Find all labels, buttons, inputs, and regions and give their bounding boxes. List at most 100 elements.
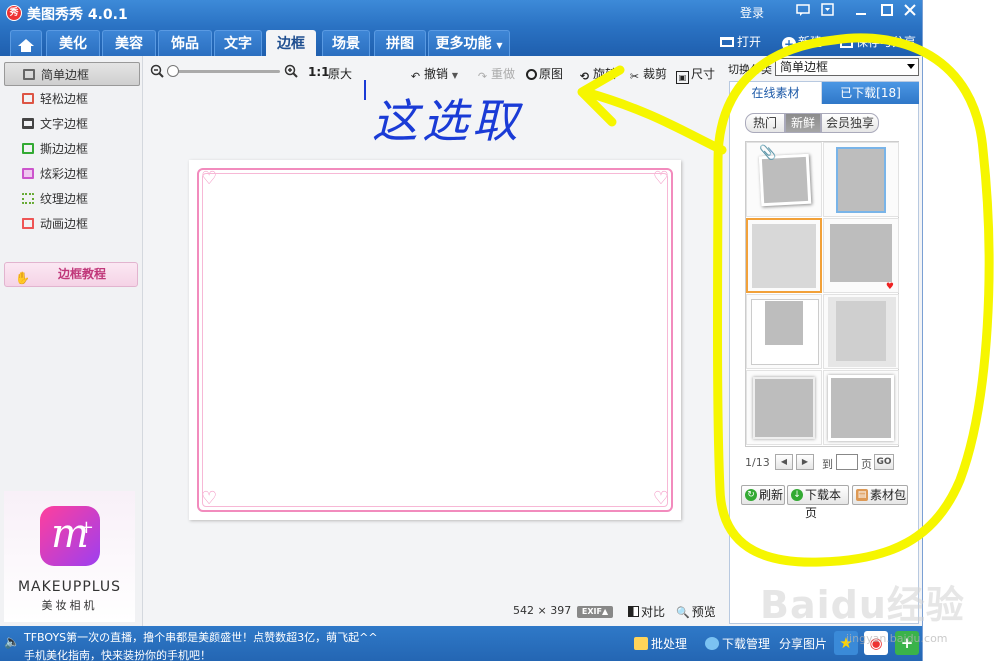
close-icon[interactable] xyxy=(901,3,919,21)
new-button-label: 新建 xyxy=(798,35,823,49)
sidebar-item-label: 撕边边框 xyxy=(40,142,89,156)
filter-new[interactable]: 新鲜 xyxy=(785,113,821,133)
sidebar-item-text[interactable]: 文字边框 xyxy=(4,112,140,136)
tab-text[interactable]: 文字 xyxy=(214,30,262,56)
filter-vip[interactable]: 会员独享 xyxy=(821,113,879,133)
sidebar-item-simple[interactable]: 简单边框 xyxy=(4,62,140,86)
crop-button[interactable]: ✂ 裁剪 xyxy=(628,65,667,83)
zoom-slider-handle[interactable] xyxy=(167,65,179,77)
frame-thumbnail[interactable] xyxy=(746,294,822,369)
original-size-button[interactable]: 原大 xyxy=(328,65,352,82)
batch-process-button[interactable]: 批处理 xyxy=(634,635,687,652)
zoom-slider[interactable] xyxy=(167,65,280,77)
image-width: 542 xyxy=(513,604,534,617)
tab-downloaded[interactable]: 已下载[18] xyxy=(822,82,919,104)
sidebar-item-animated[interactable]: 动画边框 xyxy=(4,212,140,236)
frame-thumbnail[interactable] xyxy=(823,142,899,217)
sidebar-item-label: 简单边框 xyxy=(41,68,90,82)
preview-button[interactable]: 🔍 预览 xyxy=(676,603,716,620)
frame-thumbnail[interactable] xyxy=(823,370,899,445)
pink-frame: ♡ ♡ ♡ ♡ xyxy=(197,168,673,512)
sidebar-item-colorful[interactable]: 炫彩边框 xyxy=(4,162,140,186)
undo-button[interactable]: ↶ 撤销 ▼ xyxy=(409,65,458,83)
makeupplus-ad[interactable]: m + MAKEUPPLUS 美妆相机 xyxy=(4,491,135,622)
filter-hot[interactable]: 热门 xyxy=(745,113,785,133)
thumbnail-photo xyxy=(765,301,803,345)
undo-icon: ↶ xyxy=(410,70,421,83)
frame-thumbnail[interactable] xyxy=(823,294,899,369)
exif-button[interactable]: EXIF▲ xyxy=(577,606,613,618)
sidebar-item-torn[interactable]: 撕边边框 xyxy=(4,137,140,161)
undo-label: 撤销 xyxy=(424,67,449,81)
app-title: 美图秀秀 4.0.1 xyxy=(27,7,128,23)
tab-beautify[interactable]: 美化 xyxy=(46,30,100,56)
zoom-ratio[interactable]: 1:1 xyxy=(308,65,330,79)
speaker-icon[interactable]: 🔈 xyxy=(4,635,20,650)
sidebar-item-easy[interactable]: 轻松边框 xyxy=(4,87,140,111)
tab-scene[interactable]: 场景 xyxy=(322,30,370,56)
frame-thumbnail-selected[interactable] xyxy=(746,218,822,293)
original-image-button[interactable]: 原图 xyxy=(526,65,563,82)
frame-thumbnail[interactable]: ♥ xyxy=(823,218,899,293)
login-link[interactable]: 登录 xyxy=(740,4,764,21)
rotate-button[interactable]: ⟲ 旋转 xyxy=(578,65,617,83)
chat-icon[interactable] xyxy=(794,3,812,21)
image-size-readout: 542 × 397 xyxy=(513,604,572,617)
tab-beauty[interactable]: 美容 xyxy=(102,30,156,56)
colorful-frame-icon xyxy=(22,168,34,179)
download-manager-button[interactable]: 下载管理 xyxy=(705,635,770,652)
prev-page-button[interactable]: ◀ xyxy=(775,454,793,470)
redo-button[interactable]: ↷ 重做 xyxy=(476,65,515,83)
animated-frame-icon xyxy=(22,218,34,229)
download-page-button[interactable]: ↓ 下载本页 xyxy=(787,485,849,520)
compare-label: 对比 xyxy=(641,605,666,619)
preview-icon: 🔍 xyxy=(676,606,690,619)
save-share-button[interactable]: 保存与分享 xyxy=(840,33,916,50)
page-number-input[interactable] xyxy=(836,454,858,470)
compare-button[interactable]: 对比 xyxy=(628,603,665,620)
title-bar: 秀 美图秀秀 4.0.1 登录 xyxy=(0,0,922,27)
category-value: 简单边框 xyxy=(780,60,829,74)
frame-thumbnail[interactable] xyxy=(746,370,822,445)
refresh-label: 刷新 xyxy=(759,488,784,502)
tab-collage[interactable]: 拼图 xyxy=(374,30,426,56)
frame-tutorial-button[interactable]: ✋ 边框教程 xyxy=(4,262,138,287)
original-circle-icon xyxy=(526,69,537,80)
tab-more[interactable]: 更多功能 ▼ xyxy=(428,30,510,56)
go-button[interactable]: GO xyxy=(874,454,894,470)
skin-icon[interactable] xyxy=(818,3,836,21)
material-pack-button[interactable]: ▤ 素材包 xyxy=(852,485,908,505)
next-page-button[interactable]: ▶ xyxy=(796,454,814,470)
original-image-label: 原图 xyxy=(539,67,564,81)
zoom-out-icon[interactable] xyxy=(150,64,164,81)
new-button[interactable]: + 新建 xyxy=(782,33,822,51)
status-bar: 🔈 TFBOYS第一次の直播，撸个串都是美颜盛世！点赞数超3亿，萌飞起^^ 手机… xyxy=(0,626,922,661)
category-select[interactable]: 简单边框 xyxy=(775,58,919,76)
exif-label: EXIF xyxy=(581,607,602,616)
maximize-icon[interactable] xyxy=(878,3,896,21)
tab-home[interactable] xyxy=(10,30,42,56)
batch-icon xyxy=(634,637,648,650)
thumbnail-preview xyxy=(830,224,892,282)
image-canvas[interactable]: ♡ ♡ ♡ ♡ xyxy=(189,160,681,520)
news-ticker-line2[interactable]: 手机美化指南，快来装扮你的手机吧！ xyxy=(24,647,211,661)
open-button[interactable]: 打开 xyxy=(720,33,761,50)
tab-frame[interactable]: 边框 xyxy=(266,30,316,56)
frame-thumbnail[interactable]: 📎 xyxy=(746,142,822,217)
resize-label: 尺寸 xyxy=(691,67,716,81)
plus-circle-icon: + xyxy=(782,37,796,51)
heart-icon: ♥ xyxy=(885,282,894,292)
chevron-down-icon xyxy=(907,64,915,69)
refresh-button[interactable]: ↻ 刷新 xyxy=(741,485,785,505)
minimize-icon[interactable] xyxy=(852,3,870,21)
zoom-in-icon[interactable] xyxy=(284,64,298,81)
news-ticker-line1[interactable]: TFBOYS第一次の直播，撸个串都是美颜盛世！点赞数超3亿，萌飞起^^ xyxy=(24,629,378,645)
easy-frame-icon xyxy=(22,93,34,104)
share-image-label: 分享图片 xyxy=(779,637,828,651)
chevron-down-icon: ▼ xyxy=(496,41,503,50)
tab-online-materials[interactable]: 在线素材 xyxy=(730,82,822,104)
resize-button[interactable]: ▣ 尺寸 xyxy=(676,65,715,84)
tab-accessories[interactable]: 饰品 xyxy=(158,30,212,56)
open-button-label: 打开 xyxy=(737,35,762,49)
sidebar-item-texture[interactable]: 纹理边框 xyxy=(4,187,140,211)
